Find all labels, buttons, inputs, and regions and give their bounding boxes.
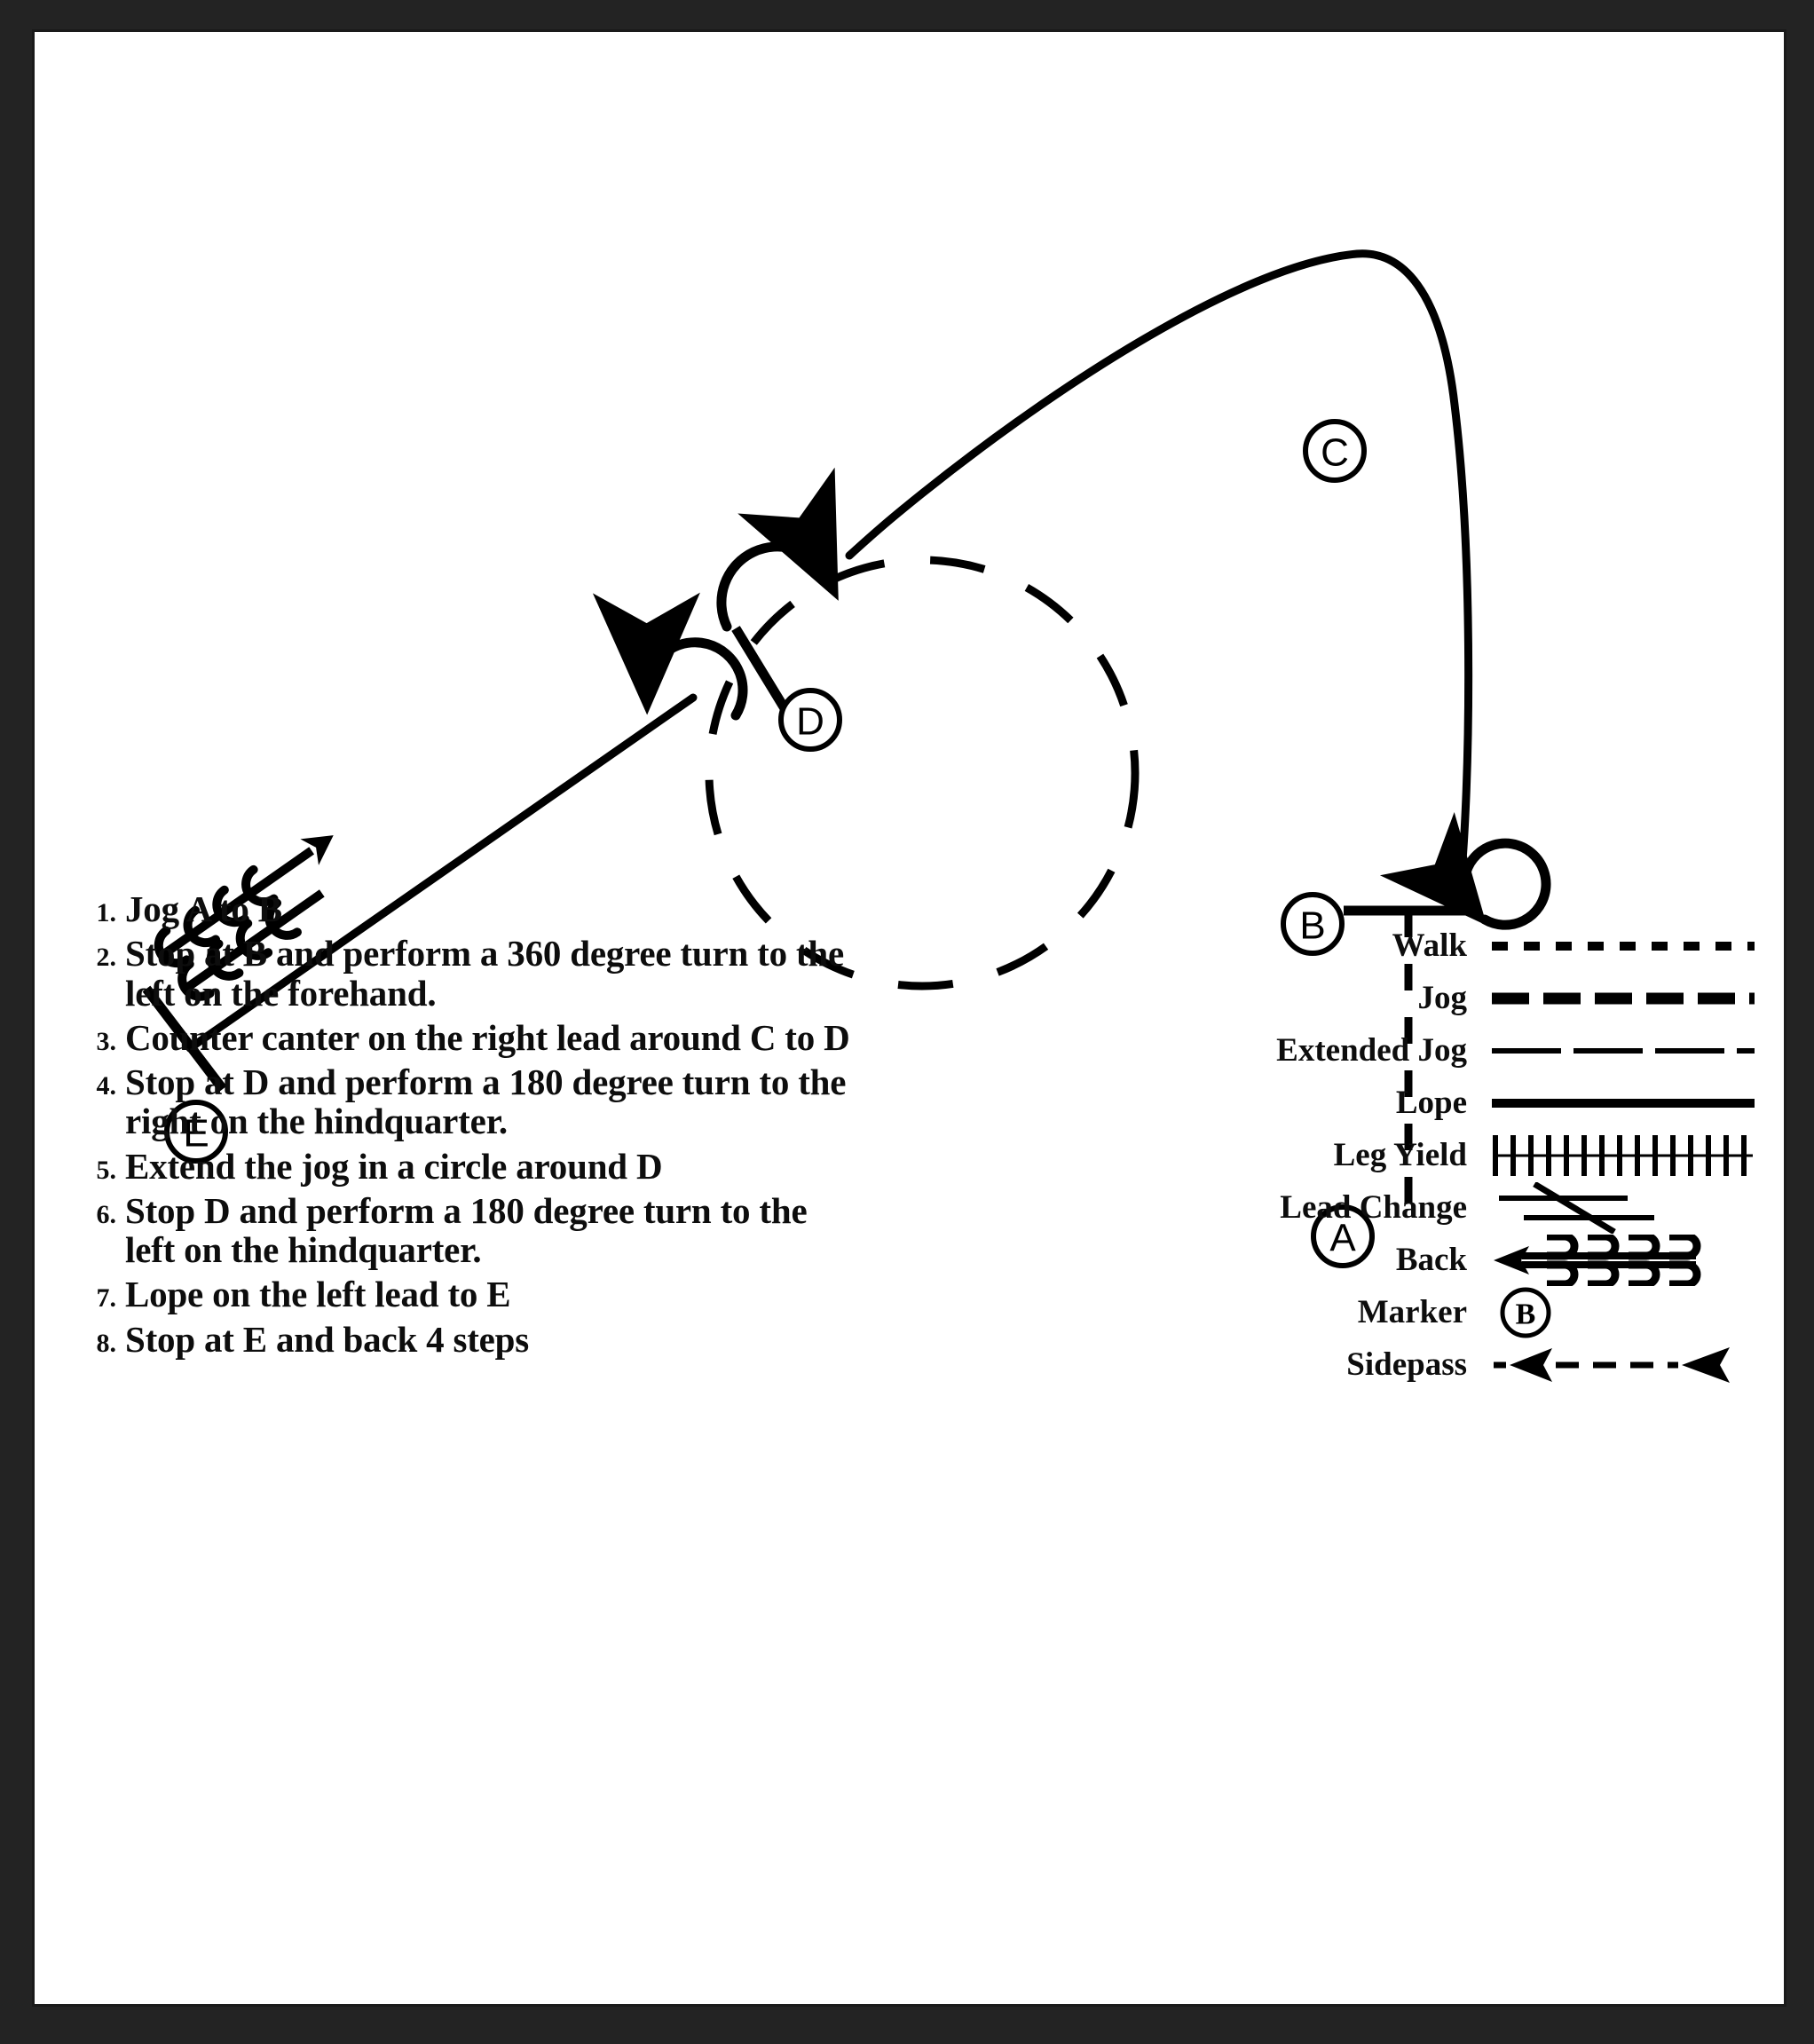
legend-label: Back xyxy=(1395,1242,1467,1278)
turn-180-left-at-d xyxy=(593,592,748,721)
instruction-item: 2. Stop at B and perform a 360 degree tu… xyxy=(74,934,855,1013)
legend-label: Marker xyxy=(1357,1294,1467,1330)
legend-item-sidepass: Sidepass xyxy=(833,1338,1756,1391)
legend-item-jog: Jog xyxy=(833,972,1756,1024)
instruction-number: 6. xyxy=(96,1199,117,1229)
instruction-item: 6. Stop D and perform a 180 degree turn … xyxy=(74,1191,855,1270)
instruction-text: Extend the jog in a circle around D xyxy=(125,1145,663,1187)
lope-line-icon xyxy=(1490,1077,1756,1129)
legend-item-leg-yield: Leg Yield xyxy=(833,1129,1756,1181)
legend-label: Walk xyxy=(1392,927,1467,964)
marker-c-label: C xyxy=(1321,431,1349,475)
instruction-text: Jog A to B xyxy=(125,888,282,929)
screenshot-page: A B C D E 1. Jog A to B 2. Stop at B and… xyxy=(0,0,1814,2044)
legend-item-extended-jog: Extended Jog xyxy=(833,1024,1756,1077)
legend-item-marker: Marker B xyxy=(833,1286,1756,1338)
marker-d-label: D xyxy=(796,700,824,744)
back-arrow-icon xyxy=(1490,1234,1756,1286)
instruction-text: Stop at D and perform a 180 degree turn … xyxy=(125,1061,847,1142)
instruction-item: 5. Extend the jog in a circle around D xyxy=(74,1145,855,1187)
instruction-item: 7. Lope on the left lead to E xyxy=(74,1275,855,1314)
instruction-text: Counter canter on the right lead around … xyxy=(125,1016,850,1058)
marker-c: C xyxy=(1303,419,1367,483)
instruction-text: Stop at B and perform a 360 degree turn … xyxy=(125,933,844,1014)
instruction-number: 5. xyxy=(96,1155,117,1185)
legend-label: Lope xyxy=(1395,1085,1467,1121)
instruction-text: Lope on the left lead to E xyxy=(125,1274,511,1315)
instruction-item: 1. Jog A to B xyxy=(74,888,855,929)
instruction-item: 3. Counter canter on the right lead arou… xyxy=(74,1016,855,1058)
legend-item-lead-change: Lead Change xyxy=(833,1181,1756,1234)
walk-line-icon xyxy=(1490,920,1756,972)
counter-canter-path-b-to-d xyxy=(845,249,1473,904)
instruction-number: 3. xyxy=(96,1026,117,1056)
legend-label: Lead Change xyxy=(1280,1189,1467,1226)
legend-label: Leg Yield xyxy=(1333,1137,1467,1173)
legend: Walk Jog Extended Jog Lope Leg Yield Lea… xyxy=(833,919,1756,1391)
legend-label: Sidepass xyxy=(1346,1346,1467,1383)
instruction-list: 1. Jog A to B 2. Stop at B and perform a… xyxy=(74,889,855,1364)
instruction-item: 8. Stop at E and back 4 steps xyxy=(74,1318,855,1360)
instruction-number: 4. xyxy=(96,1071,117,1101)
diagram-sheet: A B C D E 1. Jog A to B 2. Stop at B and… xyxy=(32,29,1786,2007)
legend-label: Jog xyxy=(1417,980,1468,1016)
sidepass-arrow-icon xyxy=(1490,1339,1756,1391)
jog-line-icon xyxy=(1490,973,1756,1024)
legend-label: Extended Jog xyxy=(1276,1032,1467,1069)
leg-yield-hatch-icon xyxy=(1490,1130,1756,1181)
extended-jog-line-icon xyxy=(1490,1025,1756,1077)
instruction-item: 4. Stop at D and perform a 180 degree tu… xyxy=(74,1062,855,1141)
marker-d: D xyxy=(778,688,842,752)
legend-item-lope: Lope xyxy=(833,1077,1756,1129)
lead-change-icon xyxy=(1490,1181,1756,1234)
instruction-number: 2. xyxy=(96,943,117,973)
instruction-number: 7. xyxy=(96,1283,117,1314)
marker-circle-icon: B xyxy=(1490,1287,1756,1338)
instruction-number: 8. xyxy=(96,1328,117,1358)
instruction-text: Stop D and perform a 180 degree turn to … xyxy=(125,1189,808,1271)
instruction-text: Stop at E and back 4 steps xyxy=(125,1318,530,1360)
legend-item-back: Back xyxy=(833,1234,1756,1286)
legend-item-walk: Walk xyxy=(833,919,1756,972)
turn-360-left-at-b xyxy=(1380,811,1551,930)
marker-letter: B xyxy=(1516,1298,1536,1330)
instruction-number: 1. xyxy=(96,898,117,927)
